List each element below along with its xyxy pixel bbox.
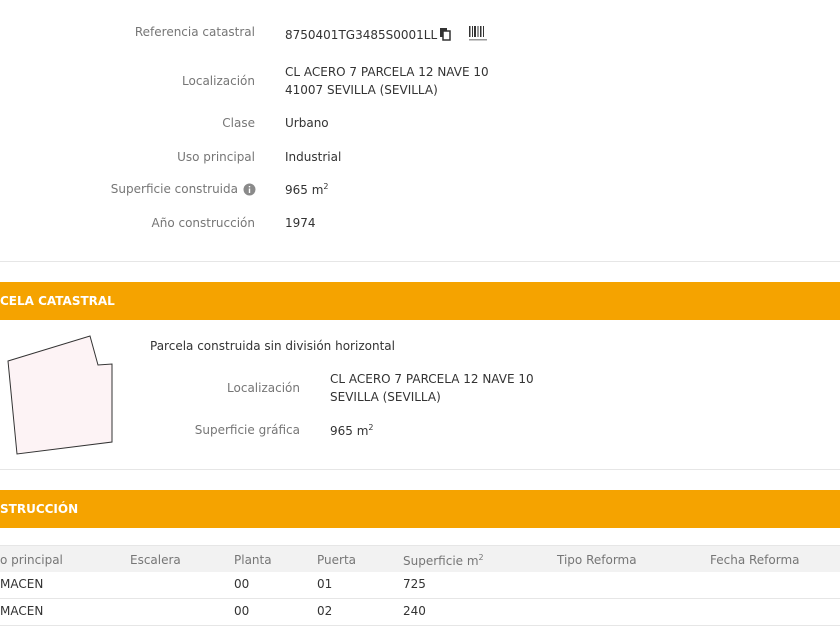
- localizacion-line1: CL ACERO 7 PARCELA 12 NAVE 10: [285, 65, 489, 79]
- superficie-grafica-number: 965 m: [330, 424, 369, 438]
- parcela-catastral-title: CELA CATASTRAL: [0, 294, 115, 308]
- info-icon[interactable]: [243, 183, 256, 196]
- column-planta: Planta: [234, 553, 272, 567]
- cell-planta: 00: [234, 604, 250, 618]
- cell-superficie: 240: [403, 604, 426, 618]
- parcela-localizacion-line2: SEVILLA (SEVILLA): [330, 390, 441, 404]
- parcela-localizacion-line1: CL ACERO 7 PARCELA 12 NAVE 10: [330, 372, 534, 386]
- anio-construccion-label: Año construcción: [151, 216, 256, 230]
- copy-icon[interactable]: [439, 27, 452, 41]
- column-superficie-text: Superficie m: [403, 554, 479, 568]
- cell-uso: MACEN: [0, 577, 44, 591]
- parcela-localizacion-label: Localización: [227, 381, 300, 395]
- construccion-title: STRUCCIÓN: [0, 502, 79, 516]
- construccion-header: STRUCCIÓN: [0, 490, 840, 528]
- barcode-icon[interactable]: [468, 25, 488, 42]
- uso-principal-value: Industrial: [285, 150, 342, 164]
- cell-superficie: 725: [403, 577, 426, 591]
- parcel-shape[interactable]: [4, 334, 116, 456]
- cell-planta: 00: [234, 577, 250, 591]
- superficie-construida-number: 965 m: [285, 183, 324, 197]
- column-superficie: Superficie m2: [403, 553, 484, 568]
- column-puerta: Puerta: [317, 553, 357, 567]
- column-escalera: Escalera: [130, 553, 181, 567]
- column-fecha-reforma: Fecha Reforma: [710, 553, 800, 567]
- cell-puerta: 01: [317, 577, 333, 591]
- parcela-descripcion: Parcela construida sin división horizont…: [150, 339, 395, 353]
- superficie-grafica-label: Superficie gráfica: [194, 423, 300, 437]
- superficie-grafica-value: 965 m2: [330, 423, 374, 438]
- cell-uso: MACEN: [0, 604, 44, 618]
- clase-value: Urbano: [285, 116, 329, 130]
- table-row: MACEN 00 02 240: [0, 599, 840, 626]
- table-row: MACEN 00 01 725: [0, 572, 840, 599]
- referencia-value: 8750401TG3485S0001LL: [285, 28, 438, 42]
- divider: [0, 261, 840, 262]
- superficie-construida-value: 965 m2: [285, 182, 329, 197]
- uso-principal-label: Uso principal: [177, 150, 255, 164]
- column-tipo-reforma: Tipo Reforma: [557, 553, 637, 567]
- localizacion-line2: 41007 SEVILLA (SEVILLA): [285, 83, 438, 97]
- superficie-construida-label: Superficie construida: [110, 182, 238, 196]
- construccion-table-header: o principal Escalera Planta Puerta Super…: [0, 545, 840, 572]
- cell-puerta: 02: [317, 604, 333, 618]
- clase-label: Clase: [222, 116, 255, 130]
- divider: [0, 469, 840, 470]
- referencia-label: Referencia catastral: [134, 25, 255, 39]
- anio-construccion-value: 1974: [285, 216, 316, 230]
- localizacion-label: Localización: [182, 74, 255, 88]
- parcela-catastral-header: CELA CATASTRAL: [0, 282, 840, 320]
- column-uso-principal: o principal: [0, 553, 63, 567]
